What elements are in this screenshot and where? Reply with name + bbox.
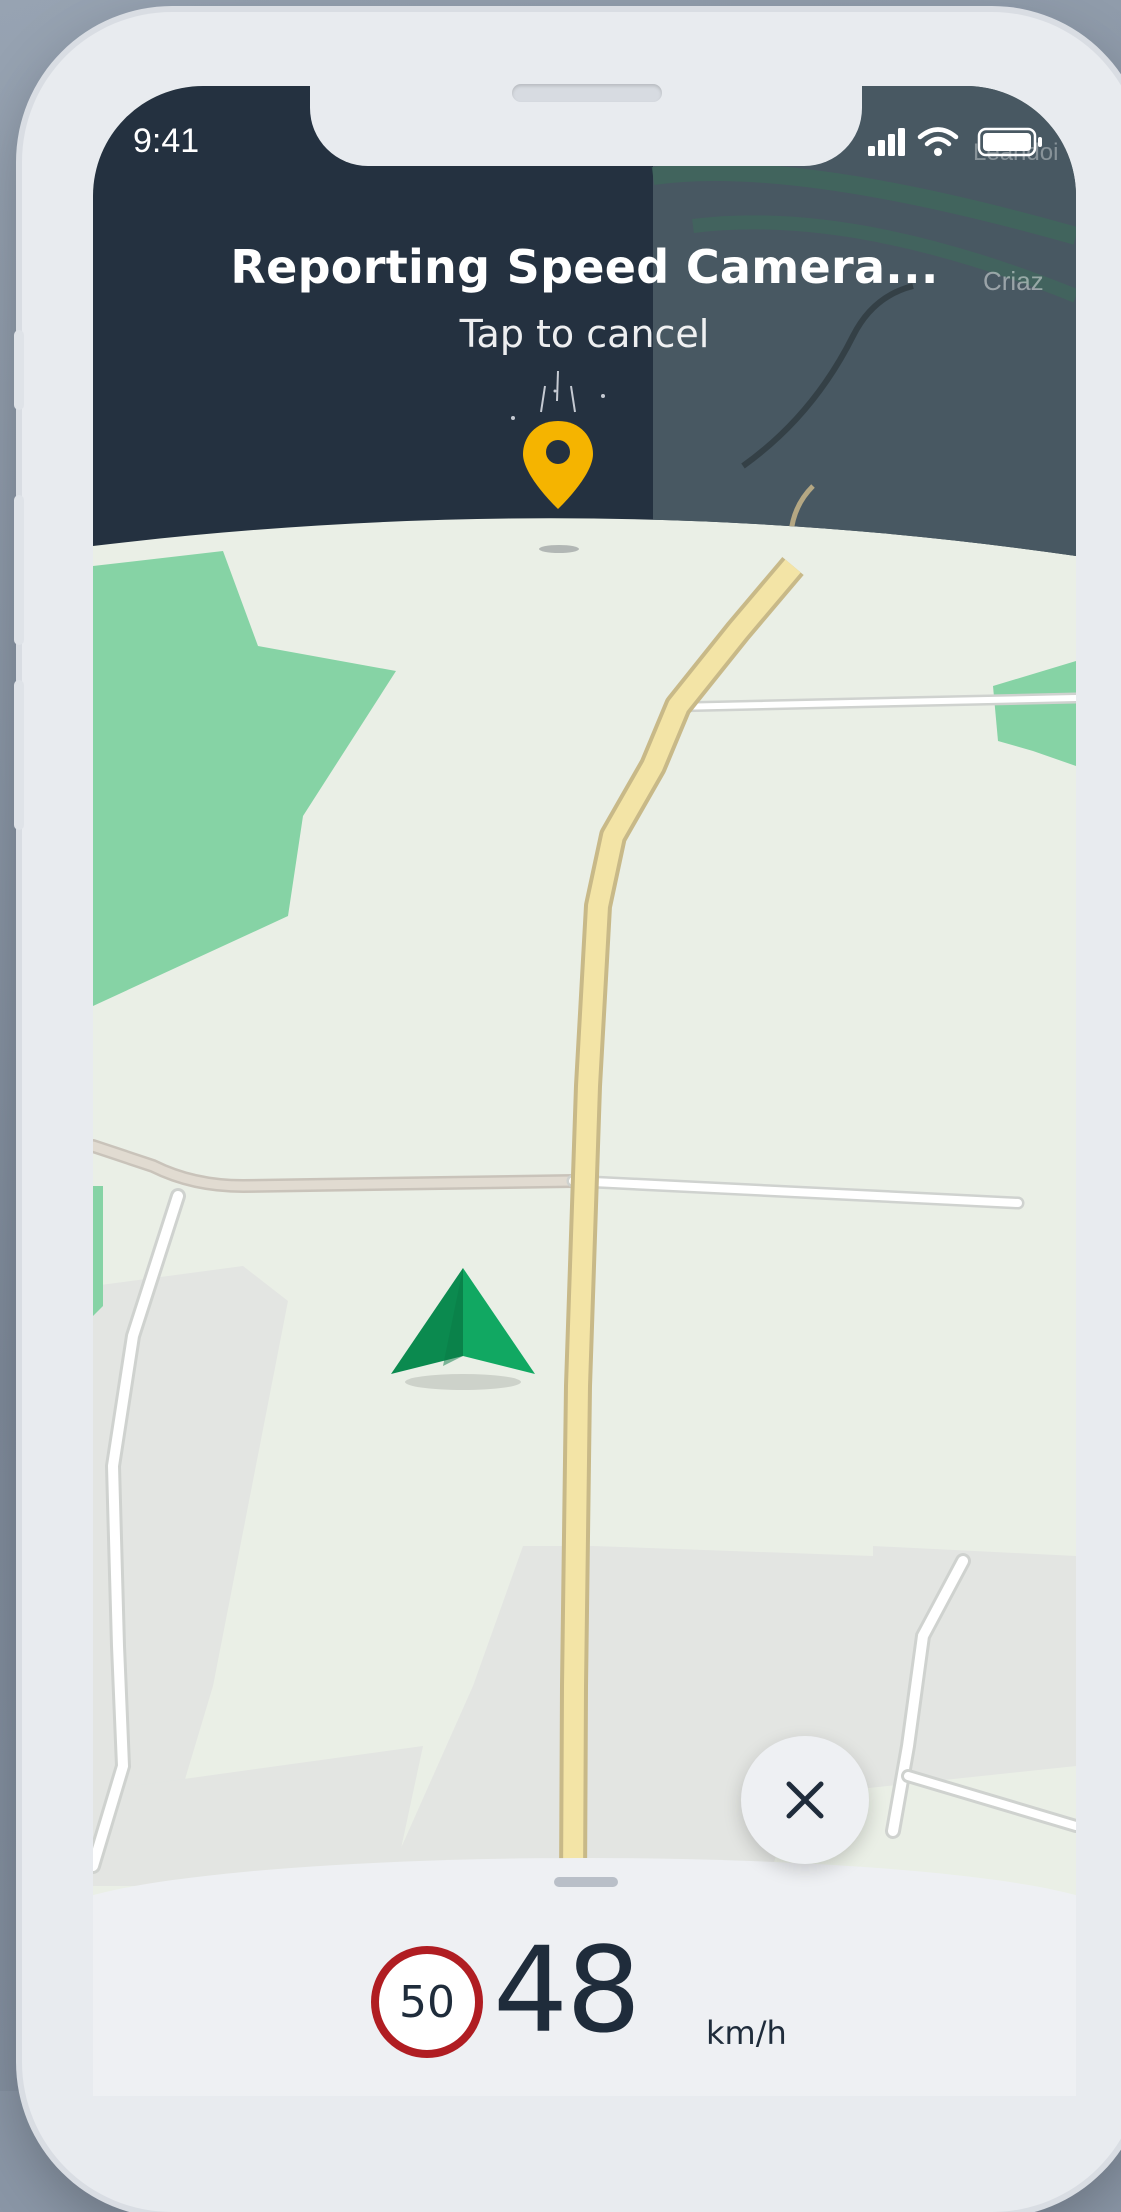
speed-limit-value: 50: [399, 1976, 455, 2028]
location-pin-icon: [511, 370, 605, 553]
status-time: 9:41: [133, 122, 200, 160]
speed-unit: km/h: [706, 2014, 787, 2052]
close-icon: [786, 1781, 824, 1819]
battery-icon: [977, 127, 1042, 157]
volume-up-button: [14, 495, 24, 645]
map-place-label: Criaz: [983, 266, 1044, 296]
forest-area: [93, 1186, 103, 1316]
report-banner[interactable]: Reporting Speed Camera... Tap to cancel: [93, 86, 1076, 626]
mute-switch: [14, 330, 24, 410]
speed-limit-sign: 50: [371, 1946, 483, 2058]
cancel-hint[interactable]: Tap to cancel: [93, 312, 1076, 356]
cellular-signal-icon: [868, 128, 905, 156]
status-icons: [868, 126, 1048, 162]
drag-handle[interactable]: [554, 1877, 618, 1887]
current-speed: 48: [493, 1921, 641, 2059]
report-title: Reporting Speed Camera...: [230, 240, 939, 294]
wifi-icon: [917, 127, 959, 156]
volume-down-button: [14, 680, 24, 830]
navigation-arrow-icon: [391, 1268, 535, 1390]
app-screen: Reporting Speed Camera... Tap to cancel …: [93, 86, 1076, 2096]
close-button[interactable]: [741, 1736, 869, 1864]
speaker-grille: [512, 84, 662, 102]
